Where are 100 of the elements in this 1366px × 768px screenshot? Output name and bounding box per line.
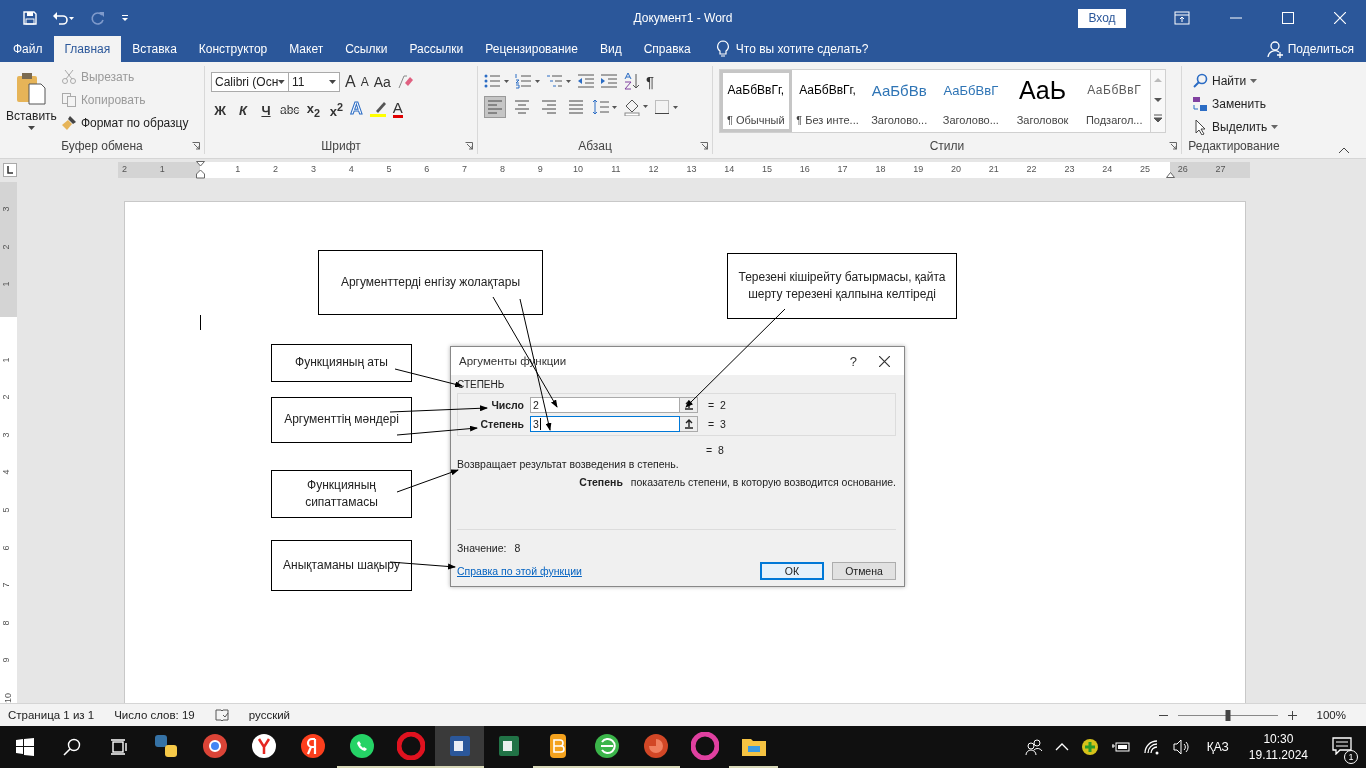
ribbon-tab[interactable]: Справка xyxy=(632,36,702,62)
collapse-dialog-button[interactable] xyxy=(680,416,698,432)
help-button[interactable]: ? xyxy=(849,353,857,369)
style-item[interactable]: АаБбВвГ Заголово... xyxy=(935,70,1007,132)
bullets-icon[interactable] xyxy=(484,73,510,89)
argument-label: Число xyxy=(490,399,524,411)
format-button[interactable]: Формат по образцу xyxy=(60,114,189,132)
task-view-icon[interactable] xyxy=(110,738,128,756)
group-label: Буфер обмена xyxy=(61,139,143,153)
battery-icon[interactable] xyxy=(1110,740,1131,754)
grow-font-button[interactable]: A xyxy=(345,73,356,91)
group-label: Абзац xyxy=(578,139,612,153)
chevron-up-icon[interactable] xyxy=(1054,742,1069,752)
clear-format-icon[interactable] xyxy=(395,73,414,91)
proofing-icon[interactable] xyxy=(214,708,229,722)
language-indicator[interactable]: русский xyxy=(248,709,291,721)
search-icon[interactable] xyxy=(63,738,81,756)
windows-start-icon[interactable] xyxy=(16,738,34,756)
line-spacing-icon[interactable] xyxy=(592,99,618,115)
font-color-button[interactable]: A xyxy=(392,99,403,118)
save-icon[interactable] xyxy=(22,10,38,26)
notification-icon[interactable] xyxy=(1332,736,1352,755)
close-icon[interactable] xyxy=(879,355,890,367)
share-button[interactable]: Поделиться xyxy=(1266,36,1354,62)
numbering-icon[interactable] xyxy=(515,73,541,89)
people-icon[interactable] xyxy=(1024,738,1043,756)
font-size-field[interactable]: 11 xyxy=(288,72,340,92)
tab-stop-icon[interactable] xyxy=(3,163,17,177)
input-field[interactable]: 3 xyxy=(530,416,680,432)
cancel-button[interactable]: Отмена xyxy=(832,562,896,580)
style-item[interactable]: АаБбВвГг, ¶ Без инте... xyxy=(791,70,864,132)
ribbon-tab[interactable]: Главная xyxy=(53,36,122,62)
select-button[interactable]: Выделить xyxy=(1192,118,1280,136)
wifi-icon[interactable] xyxy=(1142,739,1161,755)
ruler-number: 9 xyxy=(537,164,543,174)
replace-button[interactable]: Заменить xyxy=(1192,95,1280,113)
style-item[interactable]: АаБбВв Заголово... xyxy=(863,70,935,132)
plus-circle-icon[interactable] xyxy=(1080,738,1099,756)
sup-button[interactable]: x$^{2}$ xyxy=(327,101,346,120)
bold-button[interactable]: Ж xyxy=(211,102,229,118)
italic-button[interactable]: К xyxy=(234,102,252,118)
customize-icon[interactable] xyxy=(120,13,130,23)
sub-button[interactable]: x$_{2}$ xyxy=(304,101,323,119)
search-icon xyxy=(1192,73,1208,89)
launcher-icon[interactable] xyxy=(700,142,708,150)
sign-in-button[interactable]: Вход xyxy=(1078,8,1126,28)
paintbrush-icon xyxy=(60,115,77,131)
change-case-button[interactable]: Aa xyxy=(373,74,391,90)
show-marks-button[interactable]: ¶ xyxy=(646,72,655,90)
zoom-in-icon[interactable] xyxy=(1287,710,1297,720)
indent-marker-icon[interactable] xyxy=(196,161,205,179)
right-indent-icon[interactable] xyxy=(1166,172,1175,178)
shrink-font-button[interactable]: A xyxy=(360,75,369,89)
ribbon-tab[interactable]: Рецензирование xyxy=(474,36,589,62)
ribbon-tab[interactable]: Вставка xyxy=(121,36,188,62)
launcher-icon[interactable] xyxy=(192,142,200,150)
ribbon-tab[interactable]: Ссылки xyxy=(334,36,399,62)
ribbon-tab[interactable]: Макет xyxy=(278,36,335,62)
input-language[interactable]: ҚАЗ xyxy=(1206,740,1229,754)
launcher-icon[interactable] xyxy=(465,142,473,150)
highlighter-icon[interactable] xyxy=(367,99,388,118)
ribbon-tab[interactable]: Конструктор xyxy=(187,36,279,62)
ruler-number: 6 xyxy=(0,545,11,551)
shading-icon[interactable] xyxy=(623,98,649,116)
word-count[interactable]: Число слов: 19 xyxy=(114,709,195,721)
input-field[interactable]: 2 xyxy=(530,397,680,413)
decrease-indent-icon[interactable] xyxy=(577,73,595,89)
style-item[interactable]: АаЬ Заголовок xyxy=(1006,70,1079,132)
maximize-icon[interactable] xyxy=(1282,12,1294,24)
caret-icon xyxy=(278,80,285,84)
help-link[interactable]: Справка по этой функции xyxy=(457,565,582,577)
redo-icon[interactable] xyxy=(90,10,106,26)
multilevel-list-icon[interactable] xyxy=(546,73,572,89)
collapse-dialog-button[interactable] xyxy=(680,397,698,413)
page-count[interactable]: Страница 1 из 1 xyxy=(8,709,95,721)
undo-icon[interactable] xyxy=(52,10,76,26)
launcher-icon[interactable] xyxy=(1169,142,1177,150)
clock-time[interactable]: 10:30 xyxy=(1263,732,1294,746)
ruler-number: 27 xyxy=(1215,164,1226,174)
clock-date[interactable]: 19.11.2024 xyxy=(1248,748,1308,762)
ok-button[interactable]: ОК xyxy=(760,562,824,580)
ribbon-tab[interactable]: Файл xyxy=(2,36,54,62)
paste-button[interactable]: Вставить xyxy=(6,68,57,138)
ruler-number: 13 xyxy=(686,164,697,174)
style-item[interactable]: АаБбВвГ Подзагол... xyxy=(1078,70,1151,132)
style-item[interactable]: АаБбВвГг, ¶ Обычный xyxy=(720,70,792,132)
font-name-field[interactable]: Calibri (Осн xyxy=(211,72,289,92)
underline-button[interactable]: Ч xyxy=(257,102,275,118)
ribbon-tab[interactable]: Вид xyxy=(589,36,633,62)
collapse-ribbon-icon[interactable] xyxy=(1338,146,1350,154)
find-button[interactable]: Найти xyxy=(1192,72,1280,90)
ribbon-display-icon[interactable] xyxy=(1174,11,1190,25)
zoom-level[interactable]: 100% xyxy=(1316,709,1346,721)
ribbon-tab[interactable]: Рассылки xyxy=(398,36,475,62)
increase-indent-icon[interactable] xyxy=(600,73,618,89)
speaker-icon[interactable] xyxy=(1172,739,1191,755)
tell-me-field[interactable]: Что вы хотите сделать? xyxy=(735,42,869,56)
borders-icon[interactable] xyxy=(654,99,680,115)
sort-icon[interactable] xyxy=(623,72,641,90)
taskbar-app[interactable] xyxy=(435,726,484,768)
